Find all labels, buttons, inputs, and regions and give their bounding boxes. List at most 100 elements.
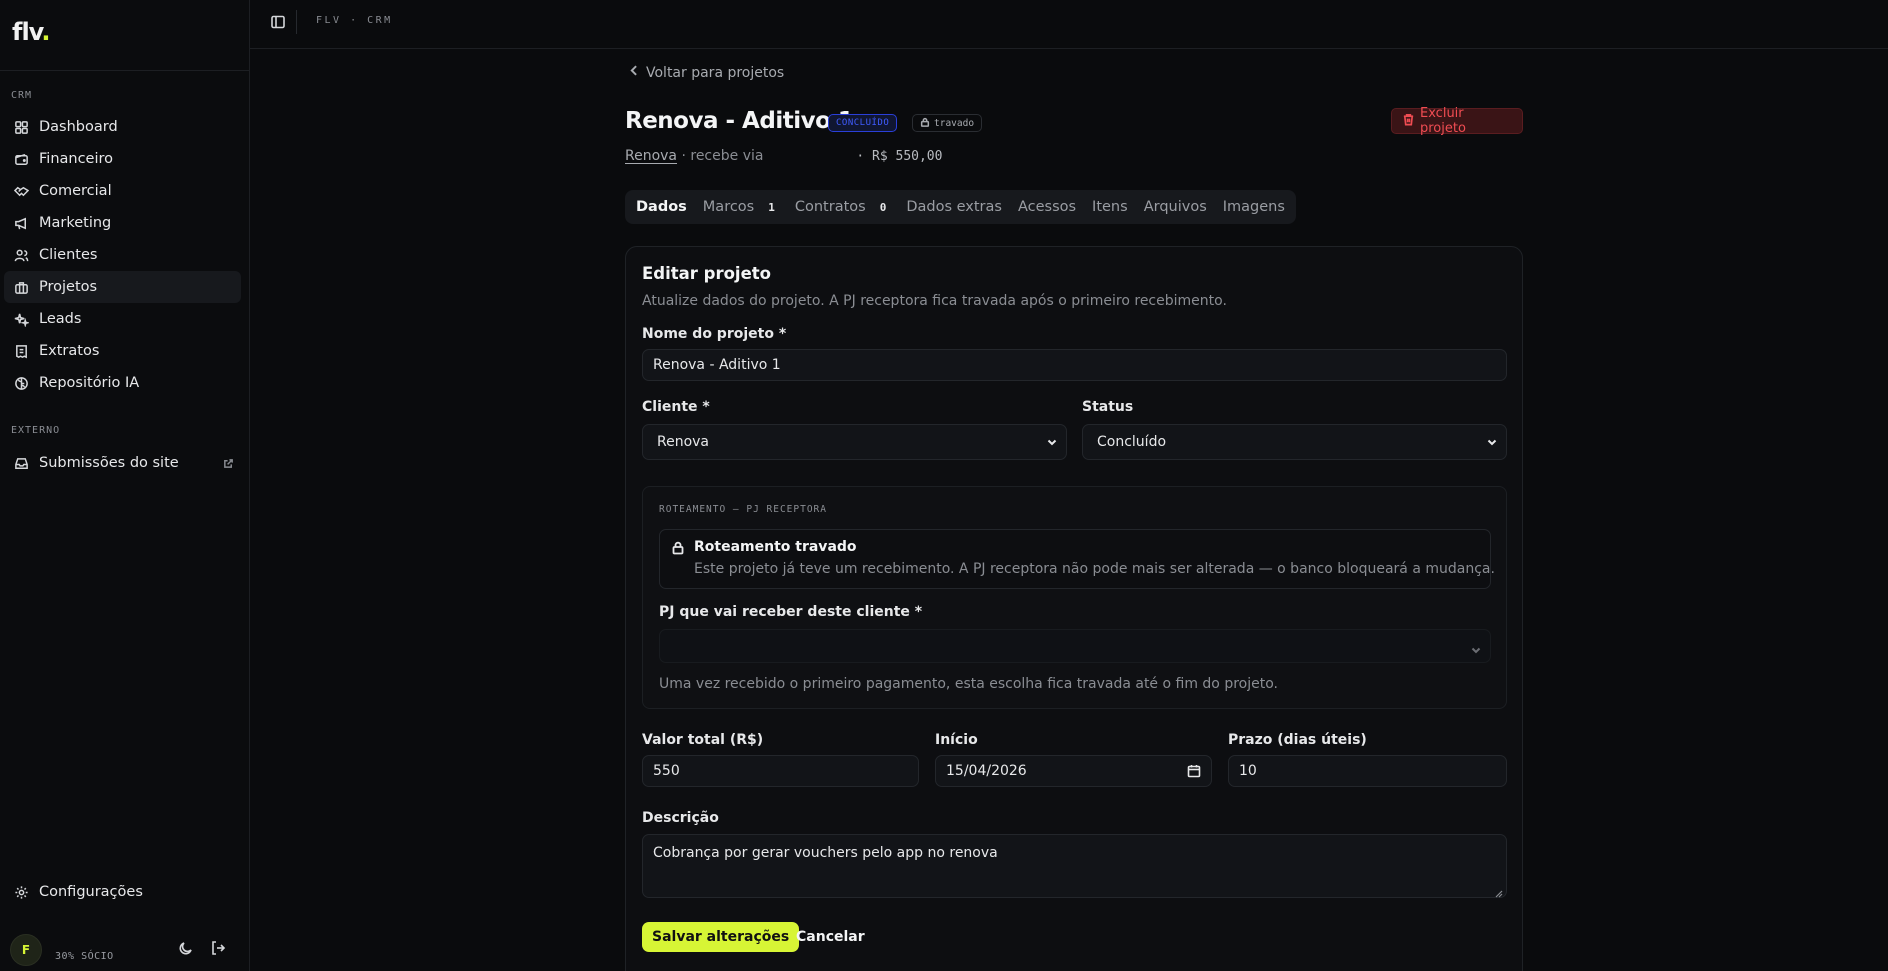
briefcase-icon [12,278,30,296]
avatar[interactable]: F [10,934,42,966]
delete-project-button[interactable]: Excluir projeto [1391,106,1523,136]
cancel-button[interactable]: Cancelar [788,922,873,952]
tab-label: Imagens [1222,199,1285,215]
sidebar-nav: Dashboard Financeiro Comercial Marketing… [4,111,241,399]
sidebar-item-extratos[interactable]: Extratos [4,335,241,367]
back-label: Voltar para projetos [646,64,785,81]
description-value: Cobrança por gerar vouchers pelo app no … [653,845,998,861]
sidebar-item-marketing[interactable]: Marketing [4,207,241,239]
pj-hint: Uma vez recebido o primeiro pagamento, e… [659,676,1278,692]
description-textarea[interactable]: Cobrança por gerar vouchers pelo app no … [642,834,1507,898]
handshake-icon [12,182,30,200]
tab-count: 1 [768,200,775,214]
sidebar-nav-bottom: Configurações [4,876,241,908]
project-name-label: Nome do projeto * [642,326,787,342]
sidebar-item-label: Repositório IA [39,375,140,391]
user-role: 30% SÓCIO [55,951,114,962]
logo-dot: . [41,18,50,46]
sidebar-item-comercial[interactable]: Comercial [4,175,241,207]
client-select[interactable]: Renova [642,424,1067,460]
theme-toggle-button[interactable] [176,940,196,960]
card-description: Atualize dados do projeto. A PJ receptor… [642,293,1227,309]
tab-label: Itens [1092,199,1128,215]
card-title: Editar projeto [642,264,771,283]
start-date-input[interactable]: 15/04/2026 [935,755,1212,787]
tab-arquivos[interactable]: Arquivos [1137,194,1214,220]
sparkles-icon [12,310,30,328]
client-select-value: Renova [657,434,710,450]
sidebar-toggle-button[interactable] [268,14,288,34]
status-select-value: Concluído [1097,434,1167,450]
tab-marcos[interactable]: Marcos 1 [696,194,786,220]
panel-left-icon [270,14,286,34]
sidebar-item-dashboard[interactable]: Dashboard [4,111,241,143]
sidebar-nav-external: Submissões do site [4,447,241,479]
status-select[interactable]: Concluído [1082,424,1507,460]
sidebar-item-label: Configurações [39,884,143,900]
project-subline: Renova · recebe via · R$ 550,00 [625,148,942,164]
logout-button[interactable] [208,940,228,960]
moon-icon [178,940,194,960]
lock-icon [920,117,930,130]
sidebar-item-clientes[interactable]: Clientes [4,239,241,271]
logo-text: flv [12,18,42,46]
tab-contratos[interactable]: Contratos 0 [788,194,897,220]
sidebar-item-label: Clientes [39,247,98,263]
project-tabs: Dados Marcos 1 Contratos 0 Dados extras Ac… [625,190,1296,224]
inbox-icon [12,454,30,472]
start-date-label: Início [935,732,978,748]
chevron-left-icon [628,64,646,81]
receipt-icon [12,342,30,360]
tab-label: Marcos [702,199,755,215]
chevron-down-icon [1470,641,1482,660]
section-label-crm: CRM [11,90,33,101]
save-button[interactable]: Salvar alterações [642,922,800,952]
sidebar-item-configuracoes[interactable]: Configurações [4,876,241,908]
logout-icon [210,940,226,960]
lock-icon [671,540,686,555]
back-to-projects-link[interactable]: Voltar para projetos [628,64,784,81]
client-link[interactable]: Renova [625,148,677,164]
chevron-down-icon [1486,436,1498,448]
tab-itens[interactable]: Itens [1085,194,1135,220]
sidebar-item-submissoes[interactable]: Submissões do site [4,447,241,479]
tab-acessos[interactable]: Acessos [1011,194,1083,220]
status-badge: CONCLUÍDO [828,114,898,132]
routing-locked-notice: Roteamento travado Este projeto já teve … [659,529,1495,589]
sidebar-item-projetos[interactable]: Projetos [4,271,241,303]
locked-badge: travado [912,114,983,132]
tab-label: Contratos [794,199,866,215]
trash-icon [1402,113,1415,130]
tab-label: Arquivos [1143,199,1207,215]
tab-dados[interactable]: Dados [629,194,694,220]
client-label: Cliente * [642,399,710,415]
gear-icon [12,883,30,901]
sidebar-item-leads[interactable]: Leads [4,303,241,335]
sidebar-item-repositorio-ia[interactable]: Repositório IA [4,367,241,399]
divider [296,10,297,34]
deadline-input[interactable]: 10 [1228,755,1507,787]
deadline-label: Prazo (dias úteis) [1228,732,1367,748]
resize-handle-icon[interactable] [1495,886,1503,898]
project-name-input[interactable]: Renova - Aditivo 1 [642,349,1507,381]
status-label: Status [1082,399,1134,415]
calendar-icon[interactable] [1187,764,1201,778]
sidebar-item-label: Financeiro [39,151,114,167]
edit-project-card: Editar projeto Atualize dados do projeto… [625,246,1523,971]
main-area: FLV · CRM Voltar para projetos Renova - … [250,0,1888,971]
total-value-label: Valor total (R$) [642,732,764,748]
sidebar-item-financeiro[interactable]: Financeiro [4,143,241,175]
project-amount: · R$ 550,00 [856,149,943,164]
sidebar-item-label: Submissões do site [39,455,179,471]
total-value-input[interactable]: 550 [642,755,919,787]
locked-badge-label: travado [934,117,975,129]
pj-select [659,629,1491,663]
sidebar-item-label: Leads [39,311,82,327]
tab-dados-extras[interactable]: Dados extras [899,194,1009,220]
tab-imagens[interactable]: Imagens [1216,194,1292,220]
logo[interactable]: flv. [12,18,51,46]
breadcrumb: FLV · CRM [316,15,393,26]
topbar: FLV · CRM [250,0,1888,49]
routing-section: ROTEAMENTO — PJ RECEPTORA Roteamento tra… [642,486,1507,709]
sidebar-item-label: Projetos [39,279,98,295]
